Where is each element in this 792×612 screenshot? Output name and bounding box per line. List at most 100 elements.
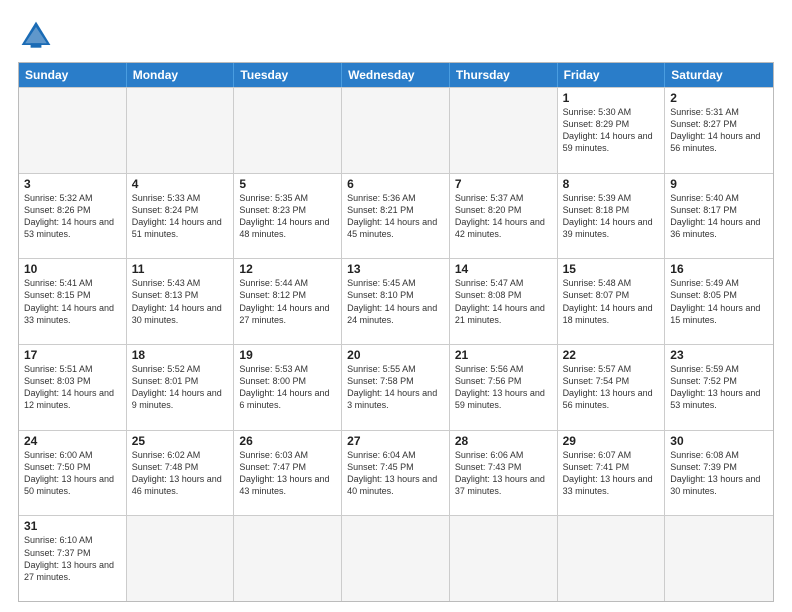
day-number: 15 [563, 262, 660, 276]
day-info: Sunrise: 6:07 AM Sunset: 7:41 PM Dayligh… [563, 449, 660, 498]
header-day-wednesday: Wednesday [342, 63, 450, 87]
logo [18, 18, 60, 54]
calendar-week-0: 1Sunrise: 5:30 AM Sunset: 8:29 PM Daylig… [19, 87, 773, 173]
calendar-cell: 29Sunrise: 6:07 AM Sunset: 7:41 PM Dayli… [558, 431, 666, 516]
day-info: Sunrise: 5:49 AM Sunset: 8:05 PM Dayligh… [670, 277, 768, 326]
day-number: 14 [455, 262, 552, 276]
day-number: 27 [347, 434, 444, 448]
header-day-thursday: Thursday [450, 63, 558, 87]
day-info: Sunrise: 6:02 AM Sunset: 7:48 PM Dayligh… [132, 449, 229, 498]
day-info: Sunrise: 5:52 AM Sunset: 8:01 PM Dayligh… [132, 363, 229, 412]
day-number: 4 [132, 177, 229, 191]
calendar-body: 1Sunrise: 5:30 AM Sunset: 8:29 PM Daylig… [19, 87, 773, 601]
day-info: Sunrise: 5:48 AM Sunset: 8:07 PM Dayligh… [563, 277, 660, 326]
day-number: 21 [455, 348, 552, 362]
day-info: Sunrise: 6:06 AM Sunset: 7:43 PM Dayligh… [455, 449, 552, 498]
day-number: 9 [670, 177, 768, 191]
calendar-cell: 31Sunrise: 6:10 AM Sunset: 7:37 PM Dayli… [19, 516, 127, 601]
day-info: Sunrise: 6:00 AM Sunset: 7:50 PM Dayligh… [24, 449, 121, 498]
day-info: Sunrise: 5:35 AM Sunset: 8:23 PM Dayligh… [239, 192, 336, 241]
calendar-header-row: SundayMondayTuesdayWednesdayThursdayFrid… [19, 63, 773, 87]
day-info: Sunrise: 6:08 AM Sunset: 7:39 PM Dayligh… [670, 449, 768, 498]
calendar-cell [127, 88, 235, 173]
day-info: Sunrise: 5:56 AM Sunset: 7:56 PM Dayligh… [455, 363, 552, 412]
day-info: Sunrise: 5:45 AM Sunset: 8:10 PM Dayligh… [347, 277, 444, 326]
day-number: 26 [239, 434, 336, 448]
calendar-cell: 20Sunrise: 5:55 AM Sunset: 7:58 PM Dayli… [342, 345, 450, 430]
calendar-cell: 16Sunrise: 5:49 AM Sunset: 8:05 PM Dayli… [665, 259, 773, 344]
day-number: 12 [239, 262, 336, 276]
calendar-cell: 3Sunrise: 5:32 AM Sunset: 8:26 PM Daylig… [19, 174, 127, 259]
calendar-cell: 6Sunrise: 5:36 AM Sunset: 8:21 PM Daylig… [342, 174, 450, 259]
header-day-saturday: Saturday [665, 63, 773, 87]
calendar-cell: 19Sunrise: 5:53 AM Sunset: 8:00 PM Dayli… [234, 345, 342, 430]
day-info: Sunrise: 5:44 AM Sunset: 8:12 PM Dayligh… [239, 277, 336, 326]
calendar-cell: 2Sunrise: 5:31 AM Sunset: 8:27 PM Daylig… [665, 88, 773, 173]
day-info: Sunrise: 5:43 AM Sunset: 8:13 PM Dayligh… [132, 277, 229, 326]
day-number: 7 [455, 177, 552, 191]
calendar-cell: 5Sunrise: 5:35 AM Sunset: 8:23 PM Daylig… [234, 174, 342, 259]
calendar-week-5: 31Sunrise: 6:10 AM Sunset: 7:37 PM Dayli… [19, 515, 773, 601]
day-info: Sunrise: 5:59 AM Sunset: 7:52 PM Dayligh… [670, 363, 768, 412]
calendar-cell: 22Sunrise: 5:57 AM Sunset: 7:54 PM Dayli… [558, 345, 666, 430]
day-number: 22 [563, 348, 660, 362]
calendar-cell [665, 516, 773, 601]
day-number: 3 [24, 177, 121, 191]
day-info: Sunrise: 5:37 AM Sunset: 8:20 PM Dayligh… [455, 192, 552, 241]
calendar-week-1: 3Sunrise: 5:32 AM Sunset: 8:26 PM Daylig… [19, 173, 773, 259]
day-number: 23 [670, 348, 768, 362]
day-number: 18 [132, 348, 229, 362]
day-info: Sunrise: 5:51 AM Sunset: 8:03 PM Dayligh… [24, 363, 121, 412]
day-number: 11 [132, 262, 229, 276]
day-info: Sunrise: 5:33 AM Sunset: 8:24 PM Dayligh… [132, 192, 229, 241]
calendar-week-2: 10Sunrise: 5:41 AM Sunset: 8:15 PM Dayli… [19, 258, 773, 344]
day-number: 29 [563, 434, 660, 448]
day-info: Sunrise: 5:31 AM Sunset: 8:27 PM Dayligh… [670, 106, 768, 155]
calendar-cell: 11Sunrise: 5:43 AM Sunset: 8:13 PM Dayli… [127, 259, 235, 344]
day-number: 20 [347, 348, 444, 362]
calendar-cell: 18Sunrise: 5:52 AM Sunset: 8:01 PM Dayli… [127, 345, 235, 430]
calendar-cell: 23Sunrise: 5:59 AM Sunset: 7:52 PM Dayli… [665, 345, 773, 430]
calendar-cell: 28Sunrise: 6:06 AM Sunset: 7:43 PM Dayli… [450, 431, 558, 516]
calendar-cell: 26Sunrise: 6:03 AM Sunset: 7:47 PM Dayli… [234, 431, 342, 516]
calendar-cell: 9Sunrise: 5:40 AM Sunset: 8:17 PM Daylig… [665, 174, 773, 259]
day-number: 28 [455, 434, 552, 448]
calendar-cell: 30Sunrise: 6:08 AM Sunset: 7:39 PM Dayli… [665, 431, 773, 516]
calendar-cell: 21Sunrise: 5:56 AM Sunset: 7:56 PM Dayli… [450, 345, 558, 430]
calendar-week-3: 17Sunrise: 5:51 AM Sunset: 8:03 PM Dayli… [19, 344, 773, 430]
calendar-cell: 1Sunrise: 5:30 AM Sunset: 8:29 PM Daylig… [558, 88, 666, 173]
day-info: Sunrise: 5:36 AM Sunset: 8:21 PM Dayligh… [347, 192, 444, 241]
day-number: 19 [239, 348, 336, 362]
day-info: Sunrise: 5:30 AM Sunset: 8:29 PM Dayligh… [563, 106, 660, 155]
day-info: Sunrise: 6:04 AM Sunset: 7:45 PM Dayligh… [347, 449, 444, 498]
day-number: 25 [132, 434, 229, 448]
day-info: Sunrise: 5:41 AM Sunset: 8:15 PM Dayligh… [24, 277, 121, 326]
day-info: Sunrise: 5:40 AM Sunset: 8:17 PM Dayligh… [670, 192, 768, 241]
calendar-cell: 10Sunrise: 5:41 AM Sunset: 8:15 PM Dayli… [19, 259, 127, 344]
header-day-friday: Friday [558, 63, 666, 87]
day-number: 5 [239, 177, 336, 191]
calendar-cell [450, 516, 558, 601]
calendar-cell [127, 516, 235, 601]
header-day-sunday: Sunday [19, 63, 127, 87]
day-info: Sunrise: 5:55 AM Sunset: 7:58 PM Dayligh… [347, 363, 444, 412]
header-day-tuesday: Tuesday [234, 63, 342, 87]
header-day-monday: Monday [127, 63, 235, 87]
calendar-cell: 17Sunrise: 5:51 AM Sunset: 8:03 PM Dayli… [19, 345, 127, 430]
calendar-cell: 4Sunrise: 5:33 AM Sunset: 8:24 PM Daylig… [127, 174, 235, 259]
calendar-cell [450, 88, 558, 173]
day-number: 1 [563, 91, 660, 105]
calendar-cell [19, 88, 127, 173]
day-number: 17 [24, 348, 121, 362]
header [18, 18, 774, 54]
logo-icon [18, 18, 54, 54]
calendar-cell: 8Sunrise: 5:39 AM Sunset: 8:18 PM Daylig… [558, 174, 666, 259]
day-info: Sunrise: 6:03 AM Sunset: 7:47 PM Dayligh… [239, 449, 336, 498]
day-number: 10 [24, 262, 121, 276]
day-info: Sunrise: 5:47 AM Sunset: 8:08 PM Dayligh… [455, 277, 552, 326]
page: SundayMondayTuesdayWednesdayThursdayFrid… [0, 0, 792, 612]
calendar: SundayMondayTuesdayWednesdayThursdayFrid… [18, 62, 774, 602]
calendar-cell [234, 88, 342, 173]
day-number: 30 [670, 434, 768, 448]
day-info: Sunrise: 5:57 AM Sunset: 7:54 PM Dayligh… [563, 363, 660, 412]
